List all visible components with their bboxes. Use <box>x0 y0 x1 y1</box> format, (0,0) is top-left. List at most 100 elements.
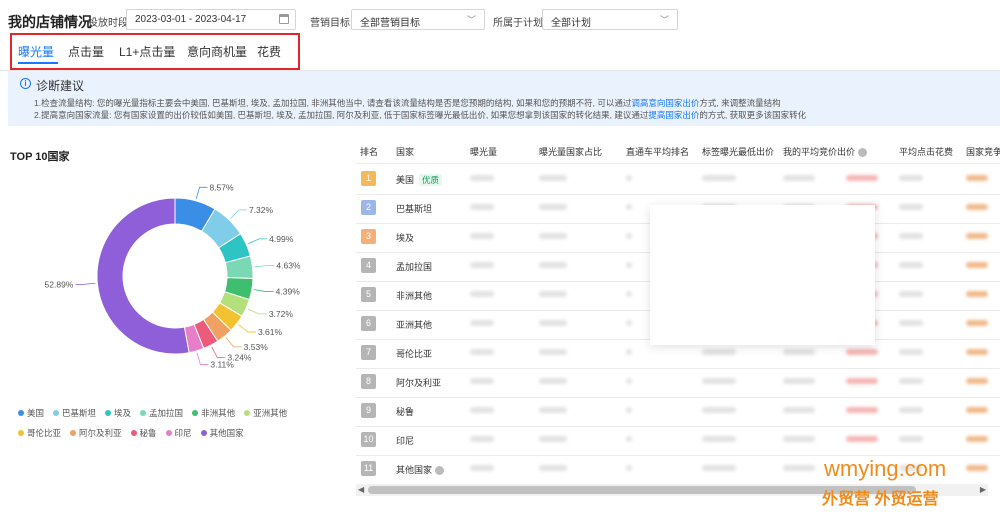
tooltip-popup <box>650 205 875 345</box>
country-name: 阿尔及利亚 <box>396 376 441 389</box>
diagnosis-panel: i 诊断建议 1.检查流量结构: 您的曝光量指标主要会中美国, 巴基斯坦, 埃及… <box>8 71 1000 126</box>
diagnosis-line-2: 2.提高意向国家流量: 您有国家设置的出价较低如美国, 巴基斯坦, 埃及, 孟加… <box>34 109 806 121</box>
blurred-value <box>899 233 923 239</box>
blurred-bid-alert <box>846 378 878 384</box>
blurred-value <box>539 436 567 442</box>
donut-label-line <box>254 265 275 268</box>
blurred-value <box>539 175 567 181</box>
donut-label-line <box>248 238 268 245</box>
table-row[interactable]: 9 秘鲁 <box>356 397 1000 426</box>
rank-badge: 10 <box>361 432 376 447</box>
country-label: 哥伦比亚 <box>396 349 433 359</box>
tab-cost[interactable]: 花费 <box>257 43 281 60</box>
blurred-value <box>702 378 736 384</box>
blurred-value <box>470 349 494 355</box>
blurred-value <box>470 407 494 413</box>
help-icon[interactable] <box>435 466 445 476</box>
goal-select[interactable]: 全部营销目标 ﹀ <box>351 9 485 30</box>
country-label: 其他国家 <box>396 465 433 475</box>
country-label: 印尼 <box>396 436 415 446</box>
legend-item[interactable]: 孟加拉国 <box>140 407 183 419</box>
table-row[interactable]: 8 阿尔及利亚 <box>356 368 1000 397</box>
table-row[interactable]: 10 印尼 <box>356 426 1000 455</box>
table-row[interactable]: 1 美国 优质 <box>356 165 1000 194</box>
legend-label: 非洲其他 <box>201 408 236 418</box>
legend-item[interactable]: 秘鲁 <box>130 427 157 439</box>
blurred-value <box>626 291 632 297</box>
blurred-value <box>539 407 567 413</box>
blurred-value <box>626 233 632 239</box>
donut-chart: 8.57% 7.32% 4.99% 4.63% 4.39% 3.72% 3.61% 3.53%… <box>45 182 301 369</box>
blurred-value <box>899 349 923 355</box>
country-name: 非洲其他 <box>396 289 432 302</box>
raise-country-bid-link[interactable]: 提高国家出价 <box>648 110 699 120</box>
plan-label: 所属于计划: <box>493 18 546 29</box>
legend-label: 印尼 <box>174 428 192 438</box>
blurred-value <box>470 233 494 239</box>
country-name: 孟加拉国 <box>396 260 432 273</box>
diagnosis-text: 1.检查流量结构: 您的曝光量指标主要会中美国, 巴基斯坦, 埃及, 孟加拉国,… <box>34 98 632 108</box>
blurred-value <box>899 407 923 413</box>
header-avg-cpc: 平均点击花费 <box>899 147 954 157</box>
blurred-value <box>702 436 736 442</box>
blurred-value <box>966 407 988 413</box>
legend-item[interactable]: 亚洲其他 <box>244 407 287 419</box>
blurred-value <box>966 465 988 471</box>
plan-select[interactable]: 全部计划 ﹀ <box>542 9 678 30</box>
donut-data-label: 52.89% <box>45 279 74 289</box>
tab-l1-clicks[interactable]: L1+点击量 <box>119 43 175 60</box>
header-rank: 排名 <box>360 147 379 157</box>
donut-data-label: 3.72% <box>269 309 294 319</box>
legend-item[interactable]: 其他国家 <box>200 427 244 439</box>
blurred-value <box>470 175 494 181</box>
country-name: 巴基斯坦 <box>396 202 432 215</box>
chevron-down-icon: ﹀ <box>466 15 476 25</box>
country-name: 亚洲其他 <box>396 318 432 331</box>
blurred-value <box>783 378 815 384</box>
raise-bid-link[interactable]: 调高意向国家出价 <box>631 98 699 108</box>
legend-item[interactable]: 埃及 <box>105 407 131 419</box>
blurred-value <box>783 349 815 355</box>
diagnosis-text: 的方式, 获取更多该国家转化 <box>699 110 807 120</box>
blurred-bid-alert <box>846 436 878 442</box>
blurred-value <box>783 436 815 442</box>
help-icon[interactable] <box>858 148 868 158</box>
legend-item[interactable]: 巴基斯坦 <box>53 407 96 419</box>
legend-item[interactable]: 哥伦比亚 <box>18 427 61 439</box>
chart-legend: 美国 巴基斯坦 埃及 孟加拉国 非洲其他 亚洲其他哥伦比亚 阿尔及利亚 秘鲁 印尼 其他国家 <box>18 405 348 445</box>
blurred-value <box>626 349 632 355</box>
blurred-value <box>966 436 988 442</box>
legend-dot <box>70 430 77 436</box>
legend-item[interactable]: 阿尔及利亚 <box>70 427 122 439</box>
donut-data-label: 4.99% <box>269 234 294 244</box>
tab-exposure[interactable]: 曝光量 <box>18 43 54 60</box>
legend-item[interactable]: 美国 <box>18 407 44 419</box>
scroll-right-icon[interactable]: ▶ <box>980 485 986 494</box>
blurred-value <box>783 407 815 413</box>
blurred-value <box>539 204 567 210</box>
date-range-picker[interactable]: 2023-03-01 - 2023-04-17 <box>126 9 296 30</box>
blurred-value <box>626 175 632 181</box>
blurred-value <box>899 436 923 442</box>
header-divider <box>356 163 1000 164</box>
blurred-value <box>626 407 632 413</box>
header-min-bid: 标签曝光最低出价 <box>702 147 775 157</box>
donut-label-line <box>195 186 208 199</box>
legend-label: 哥伦比亚 <box>27 428 62 438</box>
tab-clicks[interactable]: 点击量 <box>68 43 104 60</box>
blurred-value <box>626 436 632 442</box>
blurred-value <box>626 378 632 384</box>
blurred-value <box>470 204 494 210</box>
legend-dot <box>18 430 24 436</box>
blurred-value <box>539 262 567 268</box>
blurred-value <box>470 378 494 384</box>
tab-leads[interactable]: 意向商机量 <box>187 43 247 60</box>
donut-slice[interactable] <box>96 197 190 355</box>
rank-badge: 7 <box>361 345 376 360</box>
rank-badge: 1 <box>361 171 376 186</box>
scroll-left-icon[interactable]: ◀ <box>358 485 364 494</box>
legend-item[interactable]: 非洲其他 <box>192 407 235 419</box>
blurred-value <box>899 320 923 326</box>
donut-label-line <box>253 289 274 292</box>
legend-item[interactable]: 印尼 <box>165 427 192 439</box>
